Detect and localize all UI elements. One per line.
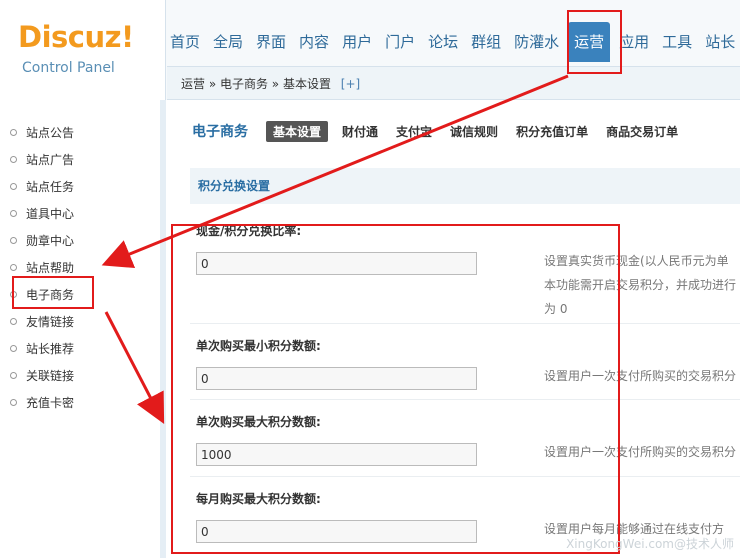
subheading: 积分兑换设置 <box>190 168 740 204</box>
sidebar-item-label: 站点公告 <box>26 125 75 140</box>
bullet-icon <box>10 345 17 352</box>
bullet-icon <box>10 264 17 271</box>
sidebar-item-label: 站长推荐 <box>26 341 75 356</box>
sidebar-item-4[interactable]: 勋章中心 <box>0 227 160 254</box>
sidebar-item-8[interactable]: 站长推荐 <box>0 335 160 362</box>
bullet-icon <box>10 210 17 217</box>
breadcrumb: 运营 » 电子商务 » 基本设置 [+] <box>167 66 740 100</box>
logo-subtitle: Control Panel <box>22 60 115 76</box>
watermark: XingKongWei.com@技术人师 <box>566 537 734 551</box>
annotation-box-nav <box>567 10 622 74</box>
sidebar-list: 站点公告 站点广告 站点任务 道具中心 勋章中心 站点帮助 电子商务 友情链接 站长推荐 关联链接… <box>0 100 160 416</box>
breadcrumb-text: 运营 » 电子商务 » 基本设置 <box>181 77 331 91</box>
logo-brand: Discuz! <box>18 20 134 54</box>
sidebar-item-label: 充值卡密 <box>26 395 75 410</box>
sidebar-item-label: 关联链接 <box>26 368 75 383</box>
sidebar-item-7[interactable]: 友情链接 <box>0 308 160 335</box>
section-title: 电子商务 <box>192 124 248 140</box>
sidebar-item-0[interactable]: 站点公告 <box>0 119 160 146</box>
nav-item-12[interactable]: 站长 <box>701 22 739 62</box>
top-nav: 首页 全局 界面 内容 用户 门户 论坛 群组 防灌水 运营 应用 工具 站长 <box>166 22 740 62</box>
bullet-icon <box>10 372 17 379</box>
tab-1[interactable]: 财付通 <box>342 123 378 140</box>
bullet-icon <box>10 156 17 163</box>
nav-item-11[interactable]: 工具 <box>658 22 696 62</box>
sidebar: 站点公告 站点广告 站点任务 道具中心 勋章中心 站点帮助 电子商务 友情链接 站长推荐 关联链接… <box>0 100 166 558</box>
bullet-icon <box>10 318 17 325</box>
tab-3[interactable]: 诚信规则 <box>450 123 498 140</box>
tab-5[interactable]: 商品交易订单 <box>606 123 678 140</box>
bullet-icon <box>10 237 17 244</box>
sidebar-item-label: 站点帮助 <box>26 260 75 275</box>
nav-item-7[interactable]: 群组 <box>467 22 505 62</box>
header: Discuz! Control Panel 首页 全局 界面 内容 用户 门户 论坛 群组 防灌… <box>0 0 740 100</box>
sidebar-item-2[interactable]: 站点任务 <box>0 173 160 200</box>
sidebar-item-3[interactable]: 道具中心 <box>0 200 160 227</box>
sidebar-item-label: 友情链接 <box>26 314 75 329</box>
tab-bar: 电子商务 基本设置 财付通 支付宝 诚信规则 积分充值订单 商品交易订单 <box>172 118 696 144</box>
sidebar-item-label: 站点广告 <box>26 152 75 167</box>
sidebar-item-label: 站点任务 <box>26 179 75 194</box>
bullet-icon <box>10 399 17 406</box>
sidebar-item-1[interactable]: 站点广告 <box>0 146 160 173</box>
nav-item-2[interactable]: 界面 <box>252 22 290 62</box>
sidebar-item-9[interactable]: 关联链接 <box>0 362 160 389</box>
tab-0[interactable]: 基本设置 <box>266 120 329 142</box>
bullet-icon <box>10 129 17 136</box>
nav-item-8[interactable]: 防灌水 <box>510 22 563 62</box>
sidebar-item-label: 勋章中心 <box>26 233 75 248</box>
nav-item-5[interactable]: 门户 <box>381 22 419 62</box>
annotation-box-sidebar <box>12 276 94 309</box>
bullet-icon <box>10 183 17 190</box>
nav-item-1[interactable]: 全局 <box>209 22 247 62</box>
nav-item-0[interactable]: 首页 <box>166 22 204 62</box>
nav-item-3[interactable]: 内容 <box>295 22 333 62</box>
nav-item-6[interactable]: 论坛 <box>424 22 462 62</box>
breadcrumb-add-button[interactable]: [+] <box>341 77 360 91</box>
tab-4[interactable]: 积分充值订单 <box>516 123 588 140</box>
annotation-box-form <box>171 224 620 554</box>
sidebar-item-label: 道具中心 <box>26 206 75 221</box>
tab-2[interactable]: 支付宝 <box>396 123 432 140</box>
nav-item-4[interactable]: 用户 <box>338 22 376 62</box>
sidebar-item-10[interactable]: 充值卡密 <box>0 389 160 416</box>
logo[interactable]: Discuz! Control Panel <box>0 0 166 100</box>
